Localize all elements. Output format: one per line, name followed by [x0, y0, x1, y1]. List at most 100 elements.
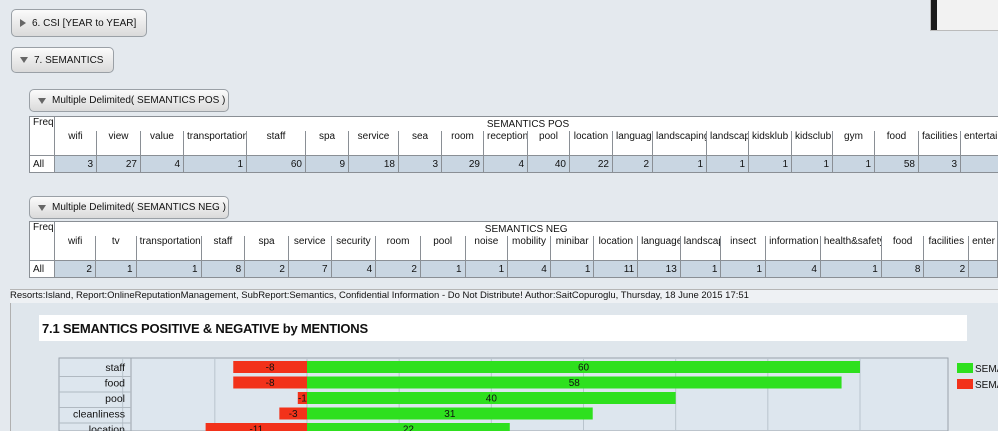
row-label-all: All: [29, 155, 55, 173]
cell-value-12: 2: [612, 155, 653, 173]
cell-value-8: 29: [441, 155, 484, 173]
bar-negative-label: -8: [266, 363, 275, 374]
chart-panel: 7.1 SEMANTICS POSITIVE & NEGATIVE by MEN…: [10, 303, 998, 431]
cell-value-5: 7: [287, 260, 332, 278]
bar-positive-label: 31: [444, 409, 456, 420]
semantics-pos-toggle[interactable]: Multiple Delimited( SEMANTICS POS ): [29, 89, 229, 112]
cell-value-7: 2: [375, 260, 421, 278]
cell-value-5: 9: [305, 155, 349, 173]
semantics-toggle[interactable]: 7. SEMANTICS: [11, 47, 114, 73]
column-header-6: service: [348, 131, 399, 156]
semantics-pos-toggle-label: Multiple Delimited( SEMANTICS POS ): [52, 95, 226, 106]
column-header-3: transportation: [183, 131, 247, 156]
column-header-13: landscaping: [652, 131, 707, 156]
category-label: location: [89, 424, 125, 431]
column-header-3: staff: [200, 236, 246, 261]
cell-value-20: [968, 260, 998, 278]
column-header-13: language: [637, 236, 681, 261]
cell-value-1: 1: [94, 260, 137, 278]
column-header-5: spa: [305, 131, 349, 156]
cell-value-10: 4: [507, 260, 551, 278]
column-header-7: sea: [398, 131, 442, 156]
cell-value-14: 1: [706, 155, 749, 173]
csi-year-to-year-toggle[interactable]: 6. CSI [YEAR to YEAR]: [11, 9, 147, 37]
cell-value-12: 11: [593, 260, 639, 278]
freq-stub-label: Freq: [28, 221, 56, 261]
cell-value-9: 4: [483, 155, 528, 173]
column-header-5: service: [287, 236, 332, 261]
column-header-1: view: [96, 131, 141, 156]
collapse-triangle-icon: [20, 57, 28, 63]
cell-value-15: 1: [720, 260, 767, 278]
cell-value-17: 1: [832, 155, 875, 173]
column-header-12: language: [612, 131, 653, 156]
column-header-12: location: [593, 236, 639, 261]
column-header-8: room: [441, 131, 484, 156]
cell-value-11: 22: [569, 155, 613, 173]
column-header-11: location: [569, 131, 613, 156]
column-header-8: pool: [419, 236, 466, 261]
collapse-triangle-icon: [38, 97, 46, 104]
column-header-19: facilities: [918, 131, 961, 156]
column-header-18: food: [874, 131, 919, 156]
cell-value-18: 8: [880, 260, 925, 278]
bar-negative-label: -11: [249, 425, 263, 431]
column-header-15: kidsklub: [748, 131, 792, 156]
cell-value-13: 13: [637, 260, 681, 278]
legend-label: SEMA: [975, 380, 998, 391]
column-header-16: information: [765, 236, 821, 261]
report-footer: Resorts:Island, Report:OnlineReputationM…: [10, 289, 998, 303]
column-header-10: mobility: [507, 236, 551, 261]
cell-value-6: 4: [330, 260, 377, 278]
column-header-4: spa: [244, 236, 289, 261]
column-header-14: landscape: [706, 131, 749, 156]
cell-value-2: 1: [135, 260, 202, 278]
semantics-neg-toggle-label: Multiple Delimited( SEMANTICS NEG ): [52, 202, 226, 213]
column-header-15: insect: [720, 236, 767, 261]
cell-value-16: 4: [765, 260, 821, 278]
semantics-toggle-label: 7. SEMANTICS: [34, 54, 104, 66]
cell-value-8: 1: [419, 260, 466, 278]
bar-negative-label: -1: [298, 394, 307, 405]
cell-value-1: 27: [96, 155, 141, 173]
column-header-14: landscape: [679, 236, 722, 261]
semantics-neg-table: Freq SEMANTICS NEG wifi tv transportation s…: [28, 221, 998, 278]
column-header-9: noise: [464, 236, 509, 261]
collapse-triangle-icon: [38, 204, 46, 211]
column-header-18: food: [880, 236, 925, 261]
category-label: staff: [105, 362, 125, 374]
cell-value-19: 2: [923, 260, 970, 278]
bar-negative-label: -3: [289, 409, 298, 420]
column-header-20: enter: [968, 236, 998, 261]
csi-toggle-label: 6. CSI [YEAR to YEAR]: [32, 17, 137, 29]
bar-positive-label: 60: [578, 363, 590, 374]
column-header-20: entertain: [960, 131, 998, 156]
column-header-11: minibar: [549, 236, 595, 261]
column-header-0: wifi: [54, 131, 97, 156]
legend-label: SEMA: [975, 364, 998, 375]
column-header-6: security: [330, 236, 377, 261]
row-label-all: All: [28, 260, 56, 278]
category-label: cleanliness: [73, 409, 125, 421]
bar-positive-label: 40: [486, 394, 498, 405]
bar-positive-label: 22: [403, 425, 415, 431]
bar-negative-label: -8: [266, 378, 275, 389]
column-header-1: tv: [94, 236, 137, 261]
cell-value-20: [960, 155, 998, 173]
column-header-17: health&safety: [819, 236, 882, 261]
cell-value-19: 3: [918, 155, 961, 173]
column-header-2: transportation: [135, 236, 202, 261]
bar-positive-label: 58: [569, 378, 581, 389]
cell-value-4: 60: [246, 155, 306, 173]
legend-swatch: [957, 379, 973, 389]
semantics-neg-toggle[interactable]: Multiple Delimited( SEMANTICS NEG ): [29, 196, 229, 219]
freq-stub-label: Freq: [29, 116, 55, 156]
column-header-10: pool: [527, 131, 570, 156]
cell-value-2: 4: [140, 155, 184, 173]
cell-value-6: 18: [348, 155, 399, 173]
semantics-bar-chart: staff 60 -8 food 58 -8 pool 40 -1 cleanliness 31 -3…: [58, 357, 998, 431]
column-header-16: kidsclub: [791, 131, 833, 156]
window-edge-scrollbar[interactable]: [930, 0, 998, 31]
semantics-pos-table: Freq SEMANTICS POS wifi view value transpor…: [29, 116, 998, 173]
legend-swatch: [957, 363, 973, 373]
